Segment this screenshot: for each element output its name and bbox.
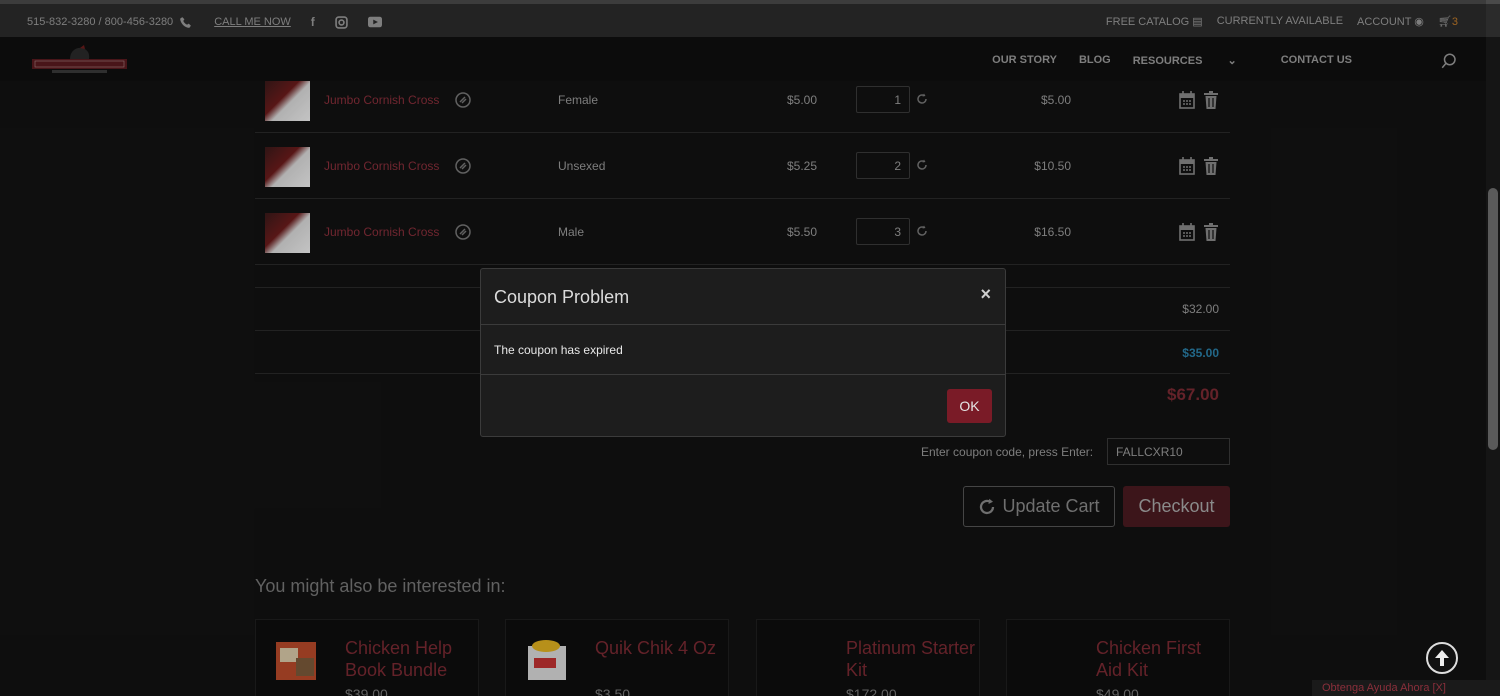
modal-header: Coupon Problem × [481, 269, 1005, 325]
close-icon[interactable]: × [980, 284, 991, 305]
modal-message: The coupon has expired [494, 343, 623, 357]
coupon-problem-modal: Coupon Problem × The coupon has expired … [480, 268, 1006, 437]
modal-title: Coupon Problem [494, 287, 630, 307]
ok-button[interactable]: OK [947, 389, 992, 423]
scrollbar-thumb[interactable] [1488, 188, 1498, 450]
modal-body: The coupon has expired [481, 325, 1005, 375]
arrow-up-icon [1435, 650, 1449, 666]
scroll-to-top-button[interactable] [1426, 642, 1458, 674]
help-chat-bar[interactable]: Obtenga Ayuda Ahora [X] [1312, 680, 1500, 696]
